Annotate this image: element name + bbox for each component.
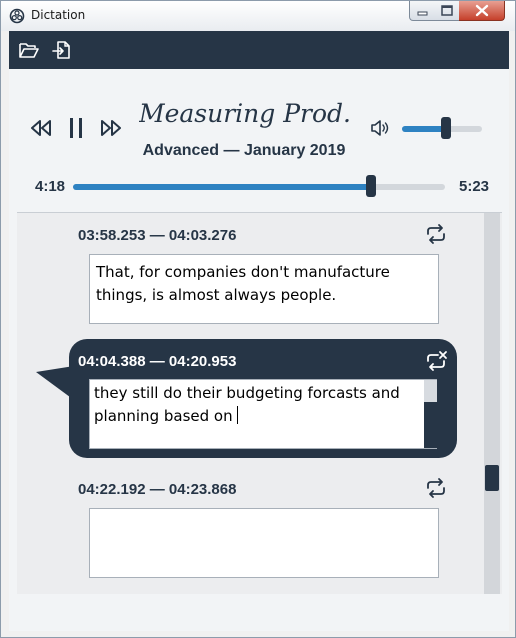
minimize-button[interactable]	[409, 1, 435, 21]
minimize-icon	[417, 11, 428, 16]
volume-fill	[402, 126, 446, 132]
title-bar[interactable]: Dictation	[1, 1, 515, 31]
rewind-icon[interactable]	[29, 117, 53, 139]
active-segment-time: 04:04.388 — 04:20.953	[78, 353, 237, 370]
toolbar	[9, 31, 509, 69]
seek-bar[interactable]	[73, 184, 445, 190]
text-field-scrollbar[interactable]	[424, 380, 437, 448]
segment-text-field[interactable]	[89, 508, 439, 578]
loop-icon[interactable]	[424, 477, 448, 499]
segment-time: 03:58.253 — 04:03.276	[78, 227, 237, 244]
main-content: Measuring Prod... Advanced — January 201…	[9, 69, 509, 631]
maximize-button[interactable]	[434, 1, 460, 21]
export-file-icon[interactable]	[51, 40, 73, 60]
seek-handle[interactable]	[365, 175, 376, 197]
volume-handle[interactable]	[441, 117, 451, 139]
text-field-scroll-thumb[interactable]	[424, 402, 437, 448]
pause-icon[interactable]	[67, 115, 85, 141]
seek-progress-fill	[73, 184, 371, 190]
segment-text-field[interactable]: That, for companies don't manufacture th…	[89, 254, 439, 324]
loop-off-icon[interactable]	[424, 350, 448, 372]
maximize-icon	[441, 5, 453, 16]
list-scroll-thumb[interactable]	[485, 465, 499, 491]
app-dictation-icon	[9, 8, 25, 24]
segment-time: 04:22.192 — 04:23.868	[78, 481, 237, 498]
text-caret	[236, 406, 238, 424]
folder-open-icon[interactable]	[18, 40, 40, 60]
segment-list[interactable]: 03:58.253 — 04:03.276 That, for companie…	[17, 212, 502, 594]
player-panel: Measuring Prod... Advanced — January 201…	[9, 69, 509, 211]
window-title: Dictation	[31, 8, 86, 22]
active-segment-text-field[interactable]: they still do their budgeting forcasts a…	[89, 379, 437, 449]
dictation-window: Dictation Measuring Prod... Advanced — J…	[0, 0, 516, 638]
active-segment-text: they still do their budgeting forcasts a…	[94, 384, 400, 425]
loop-icon[interactable]	[424, 223, 448, 245]
elapsed-time: 4:18	[35, 178, 66, 195]
close-icon	[475, 4, 489, 17]
fast-forward-icon[interactable]	[99, 117, 123, 139]
track-subtitle: Advanced — January 2019	[142, 142, 346, 159]
total-time: 5:23	[459, 178, 490, 195]
track-title: Measuring Prod...	[139, 99, 349, 128]
close-button[interactable]	[459, 1, 505, 21]
speaker-icon[interactable]	[370, 119, 390, 137]
list-scrollbar[interactable]	[484, 213, 500, 594]
